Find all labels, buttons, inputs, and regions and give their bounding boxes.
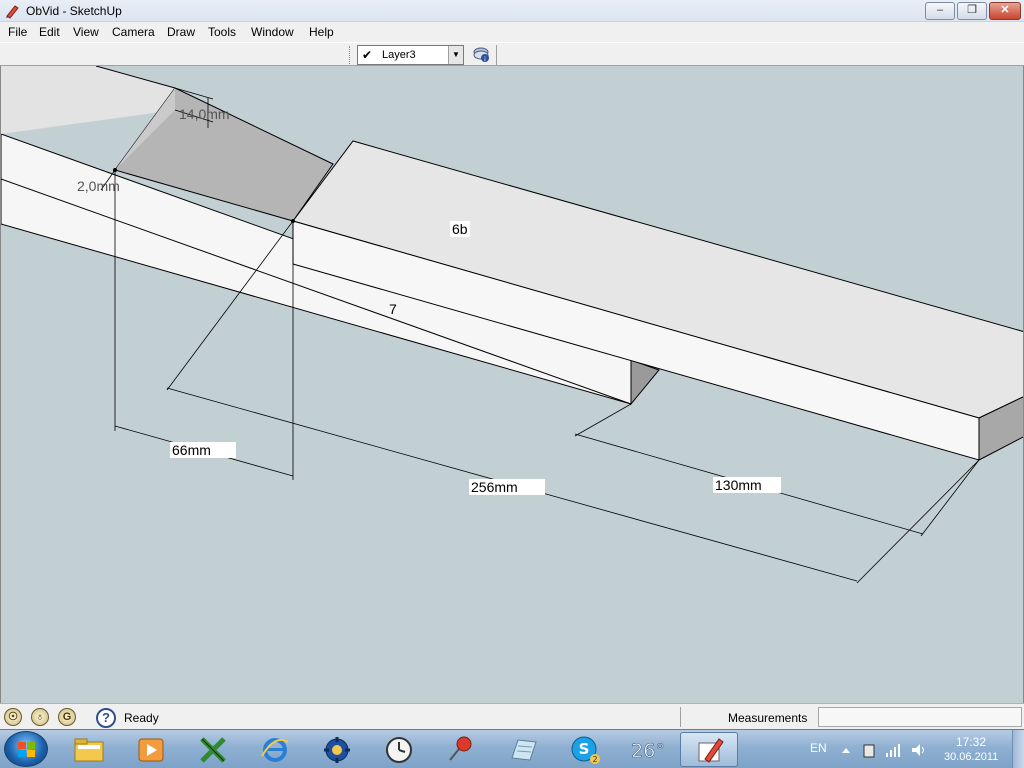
clock-date[interactable]: 30.06.2011 [944, 751, 998, 763]
xming-icon [200, 737, 226, 763]
clock-time[interactable]: 17:32 [956, 735, 986, 749]
taskbar-skype[interactable]: S 2 [556, 732, 614, 767]
layers-toolbar: ✔ Layer3 ▼ i [0, 42, 1024, 66]
taskbar-settings-app[interactable] [308, 732, 366, 767]
status-text: Ready [124, 711, 159, 725]
show-desktop-button[interactable] [1012, 730, 1024, 768]
dimension-label-offset[interactable]: 2,0mm [77, 178, 120, 194]
taskbar-internet-explorer[interactable] [246, 732, 304, 767]
network-icon[interactable] [886, 744, 900, 757]
menu-draw[interactable]: Draw [167, 25, 195, 39]
sketchup-app-icon [6, 5, 19, 19]
menu-help[interactable]: Help [309, 25, 334, 39]
taskbar-xming[interactable] [184, 732, 242, 767]
dimension-label-height[interactable]: 14,0mm [179, 106, 230, 122]
dimension-label-130mm[interactable]: 130mm [713, 477, 781, 493]
taskbar-sketchup[interactable] [680, 732, 738, 767]
measurements-label: Measurements [728, 711, 808, 725]
menu-tools[interactable]: Tools [208, 25, 236, 39]
layer-manager-icon[interactable]: i [470, 45, 492, 65]
title-bar: ObVid - SketchUp – ❐ ✕ [0, 0, 1024, 22]
status-bar: ☉ ♁ G ? Ready Measurements [0, 703, 1024, 729]
part-label-6b[interactable]: 6b [450, 221, 470, 237]
menu-window[interactable]: Window [251, 25, 294, 39]
taskbar-file-explorer[interactable] [60, 732, 118, 767]
layer-name: Layer3 [382, 49, 416, 61]
show-hidden-icons-icon[interactable] [842, 748, 850, 753]
menu-view[interactable]: View [73, 25, 99, 39]
taskbar-notes-app[interactable] [494, 732, 552, 767]
internet-explorer-icon [261, 738, 289, 762]
start-button[interactable] [4, 731, 48, 767]
taskbar: S 2 26° EN 17:32 30.06.2011 [0, 729, 1024, 768]
menu-camera[interactable]: Camera [112, 25, 155, 39]
media-player-icon [138, 738, 164, 762]
system-tray-icons[interactable] [840, 740, 930, 760]
taskbar-media-player[interactable] [122, 732, 180, 767]
gear-icon [324, 737, 350, 763]
window-title: ObVid - SketchUp [26, 4, 122, 18]
layer-dropdown[interactable]: ✔ Layer3 ▼ [357, 45, 464, 65]
language-indicator[interactable]: EN [810, 741, 827, 755]
volume-icon[interactable] [912, 744, 924, 756]
svg-text:S: S [579, 740, 590, 758]
measurements-input[interactable] [818, 707, 1022, 727]
toolbar-grip[interactable] [349, 46, 352, 64]
help-icon[interactable]: ? [96, 708, 116, 728]
maximize-button[interactable]: ❐ [957, 2, 987, 20]
check-icon: ✔ [362, 48, 373, 62]
user-icon[interactable]: G [58, 708, 76, 726]
menu-bar: File Edit View Camera Draw Tools Window … [0, 22, 1024, 42]
credits-icon[interactable]: ♁ [31, 708, 49, 726]
weather-icon: 26° [631, 740, 665, 763]
part-label-7[interactable]: 7 [389, 301, 397, 317]
toolbar-separator [496, 45, 497, 65]
dimension-label-66mm[interactable]: 66mm [170, 442, 236, 458]
drawing-viewport[interactable]: 14,0mm 2,0mm 6b 7 66mm 256mm 130mm [0, 66, 1024, 703]
taskbar-pin-app[interactable] [432, 732, 490, 767]
device-icon[interactable] [863, 744, 875, 758]
skype-icon: S 2 [571, 736, 600, 764]
notes-icon [511, 739, 537, 761]
folder-icon [74, 738, 104, 762]
dimension-label-256mm[interactable]: 256mm [469, 479, 545, 495]
status-separator [680, 707, 681, 727]
model-canvas[interactable] [1, 66, 1024, 703]
clock-icon [386, 737, 412, 763]
sketchup-icon [698, 738, 724, 763]
weather-text: 26° [631, 740, 665, 762]
close-button[interactable]: ✕ [989, 2, 1021, 20]
chevron-down-icon[interactable]: ▼ [448, 46, 463, 64]
windows-logo-icon [18, 742, 35, 757]
pushpin-icon [449, 736, 472, 761]
taskbar-clock-app[interactable] [370, 732, 428, 767]
menu-edit[interactable]: Edit [39, 25, 60, 39]
minimize-button[interactable]: – [925, 2, 955, 20]
skype-badge: 2 [592, 755, 597, 764]
taskbar-weather-gadget[interactable]: 26° [618, 732, 676, 767]
menu-file[interactable]: File [8, 25, 27, 39]
geo-location-icon[interactable]: ☉ [4, 708, 22, 726]
